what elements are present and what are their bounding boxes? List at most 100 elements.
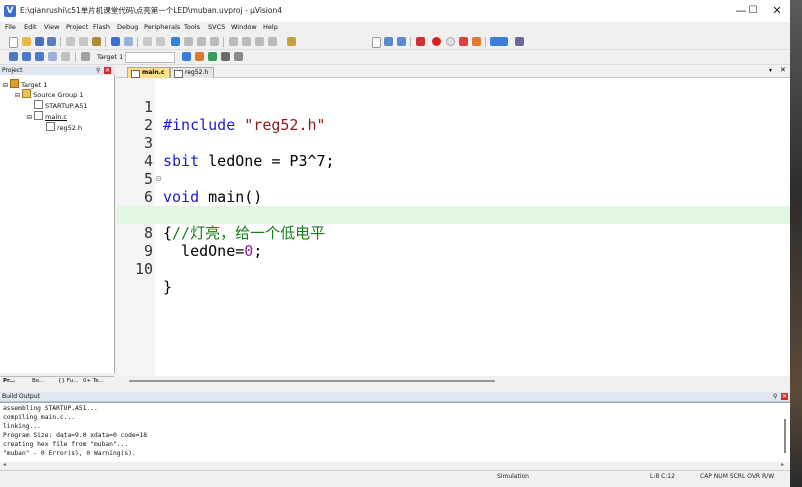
menu-help[interactable]: Help	[263, 23, 278, 31]
code-line[interactable]: 2	[117, 98, 790, 134]
download-icon[interactable]	[81, 52, 90, 61]
code-line[interactable]: 4	[117, 134, 790, 170]
menu-peripherals[interactable]: Peripherals	[144, 23, 180, 31]
toolbar-separator	[485, 37, 486, 47]
pin-icon[interactable]: ⚲	[96, 66, 102, 74]
scrollbar-thumb[interactable]	[129, 380, 495, 382]
collapse-icon[interactable]: ⊟	[15, 92, 20, 99]
tree-node-target[interactable]: ⊟ Target 1	[3, 79, 47, 89]
tree-node-main-c[interactable]: ⊟ main.c	[27, 111, 67, 121]
stop-build-icon[interactable]	[61, 52, 70, 61]
target-select[interactable]	[125, 52, 175, 63]
code-line[interactable]: 9	[117, 224, 790, 260]
next-bookmark-icon[interactable]	[197, 37, 206, 46]
start-debug-icon[interactable]	[416, 37, 425, 46]
find-in-files-icon[interactable]	[287, 37, 296, 46]
tab-list-dropdown-icon[interactable]: ▾	[769, 67, 772, 74]
bookmark-icon[interactable]	[171, 37, 180, 46]
incremental-find-icon[interactable]	[397, 37, 406, 46]
tree-node-reg52[interactable]: reg52.h	[46, 122, 82, 132]
menu-project[interactable]: Project	[66, 23, 88, 31]
editor-tab-main-c[interactable]: main.c	[127, 67, 171, 78]
scroll-right-icon[interactable]: ▸	[781, 461, 784, 468]
menu-file[interactable]: File	[5, 23, 16, 31]
prev-bookmark-icon[interactable]	[184, 37, 193, 46]
build-icon[interactable]	[22, 52, 31, 61]
collapse-icon[interactable]: ⊟	[3, 82, 8, 89]
code-line[interactable]: 3 sbit ledOne = P3^7;	[117, 116, 790, 170]
kill-breakpoints-icon[interactable]	[472, 37, 481, 46]
panel-close-icon[interactable]: ✕	[781, 393, 788, 400]
collapse-icon[interactable]: ⊟	[27, 114, 32, 121]
fold-collapse-icon[interactable]: ⊟	[156, 170, 161, 188]
uncomment-icon[interactable]	[268, 37, 277, 46]
nav-back-icon[interactable]	[143, 37, 152, 46]
find-combo-dropdown[interactable]	[372, 37, 381, 48]
menu-flash[interactable]: Flash	[93, 23, 110, 31]
code-line[interactable]: 6 ⊟ {	[117, 170, 790, 242]
code-editor[interactable]: 1 #include "reg52.h" 2 3 sbit ledOne = P…	[117, 78, 790, 376]
target-options-icon[interactable]	[182, 52, 191, 61]
code-line[interactable]: 10 }	[117, 242, 790, 296]
code-line[interactable]: 1 #include "reg52.h"	[117, 80, 790, 134]
save-all-icon[interactable]	[47, 37, 56, 46]
window-layout-dropdown-icon[interactable]	[490, 37, 508, 46]
undo-icon[interactable]	[111, 37, 120, 46]
new-file-icon[interactable]	[9, 37, 18, 48]
tab-project[interactable]: Pr...	[3, 378, 15, 384]
build-output-line: compiling main.c...	[3, 414, 76, 421]
editor-tab-reg52[interactable]: reg52.h	[170, 67, 215, 78]
comment-icon[interactable]	[255, 37, 264, 46]
insert-breakpoint-icon[interactable]	[432, 37, 441, 46]
menu-window[interactable]: Window	[231, 23, 257, 31]
configure-icon[interactable]	[515, 37, 524, 46]
indent-icon[interactable]	[229, 37, 238, 46]
menu-tools[interactable]: Tools	[184, 23, 200, 31]
build-output-hscroll[interactable]: ◂ ▸	[0, 461, 790, 470]
menu-debug[interactable]: Debug	[117, 23, 138, 31]
manage-components-icon[interactable]	[208, 52, 217, 61]
menu-edit[interactable]: Edit	[24, 23, 37, 31]
uvision-window: V E:\qianrushi\c51单片机课堂代码\点亮第一个LED\muban…	[0, 0, 791, 487]
code-line[interactable]: 5 void main()	[117, 152, 790, 206]
current-code-line[interactable]: 8 ledOne=0;	[117, 206, 790, 260]
toolbar-separator	[410, 37, 411, 47]
unindent-icon[interactable]	[242, 37, 251, 46]
vertical-scrollbar-thumb[interactable]	[784, 419, 786, 453]
project-tree: ⊟ Target 1 ⊟ Source Group 1 STARTUP.A51 …	[0, 75, 115, 373]
paste-icon[interactable]	[92, 37, 101, 46]
find-icon[interactable]	[384, 37, 393, 46]
save-icon[interactable]	[35, 37, 44, 46]
file-extensions-icon[interactable]	[195, 52, 204, 61]
pin-icon[interactable]: ⚲	[773, 392, 777, 401]
batch-build-icon[interactable]	[48, 52, 57, 61]
close-button[interactable]: ✕	[762, 0, 792, 22]
menu-bar: File Edit View Project Flash Debug Perip…	[0, 22, 790, 34]
tab-books[interactable]: Bo...	[32, 378, 44, 384]
redo-icon[interactable]	[124, 37, 133, 46]
rebuild-icon[interactable]	[35, 52, 44, 61]
select-packs-icon[interactable]	[221, 52, 230, 61]
translate-icon[interactable]	[9, 52, 18, 61]
enable-breakpoint-icon[interactable]	[446, 37, 455, 46]
disable-breakpoints-icon[interactable]	[459, 37, 468, 46]
nav-forward-icon[interactable]	[156, 37, 165, 46]
scroll-left-icon[interactable]: ◂	[3, 461, 6, 468]
code-line[interactable]: 7 //灯亮，给一个低电平	[117, 188, 790, 242]
menu-svcs[interactable]: SVCS	[208, 23, 225, 31]
panel-close-icon[interactable]: ✕	[104, 67, 111, 74]
clear-bookmarks-icon[interactable]	[210, 37, 219, 46]
uvision-app-icon: V	[4, 5, 16, 17]
editor-horizontal-scrollbar[interactable]	[117, 376, 790, 386]
tab-templates[interactable]: 0+ Te...	[83, 378, 104, 384]
tree-node-source-group[interactable]: ⊟ Source Group 1	[15, 89, 84, 99]
tree-node-startup[interactable]: STARTUP.A51	[34, 100, 88, 110]
close-editor-icon[interactable]: ✕	[780, 66, 786, 74]
cut-icon[interactable]	[66, 37, 75, 46]
menu-view[interactable]: View	[44, 23, 59, 31]
open-folder-icon[interactable]	[22, 37, 31, 46]
tab-functions[interactable]: {} Fu...	[58, 378, 78, 384]
run-time-env-icon[interactable]	[234, 52, 243, 61]
build-output-pane[interactable]: assembling STARTUP.A51... compiling main…	[0, 402, 790, 463]
copy-icon[interactable]	[79, 37, 88, 46]
